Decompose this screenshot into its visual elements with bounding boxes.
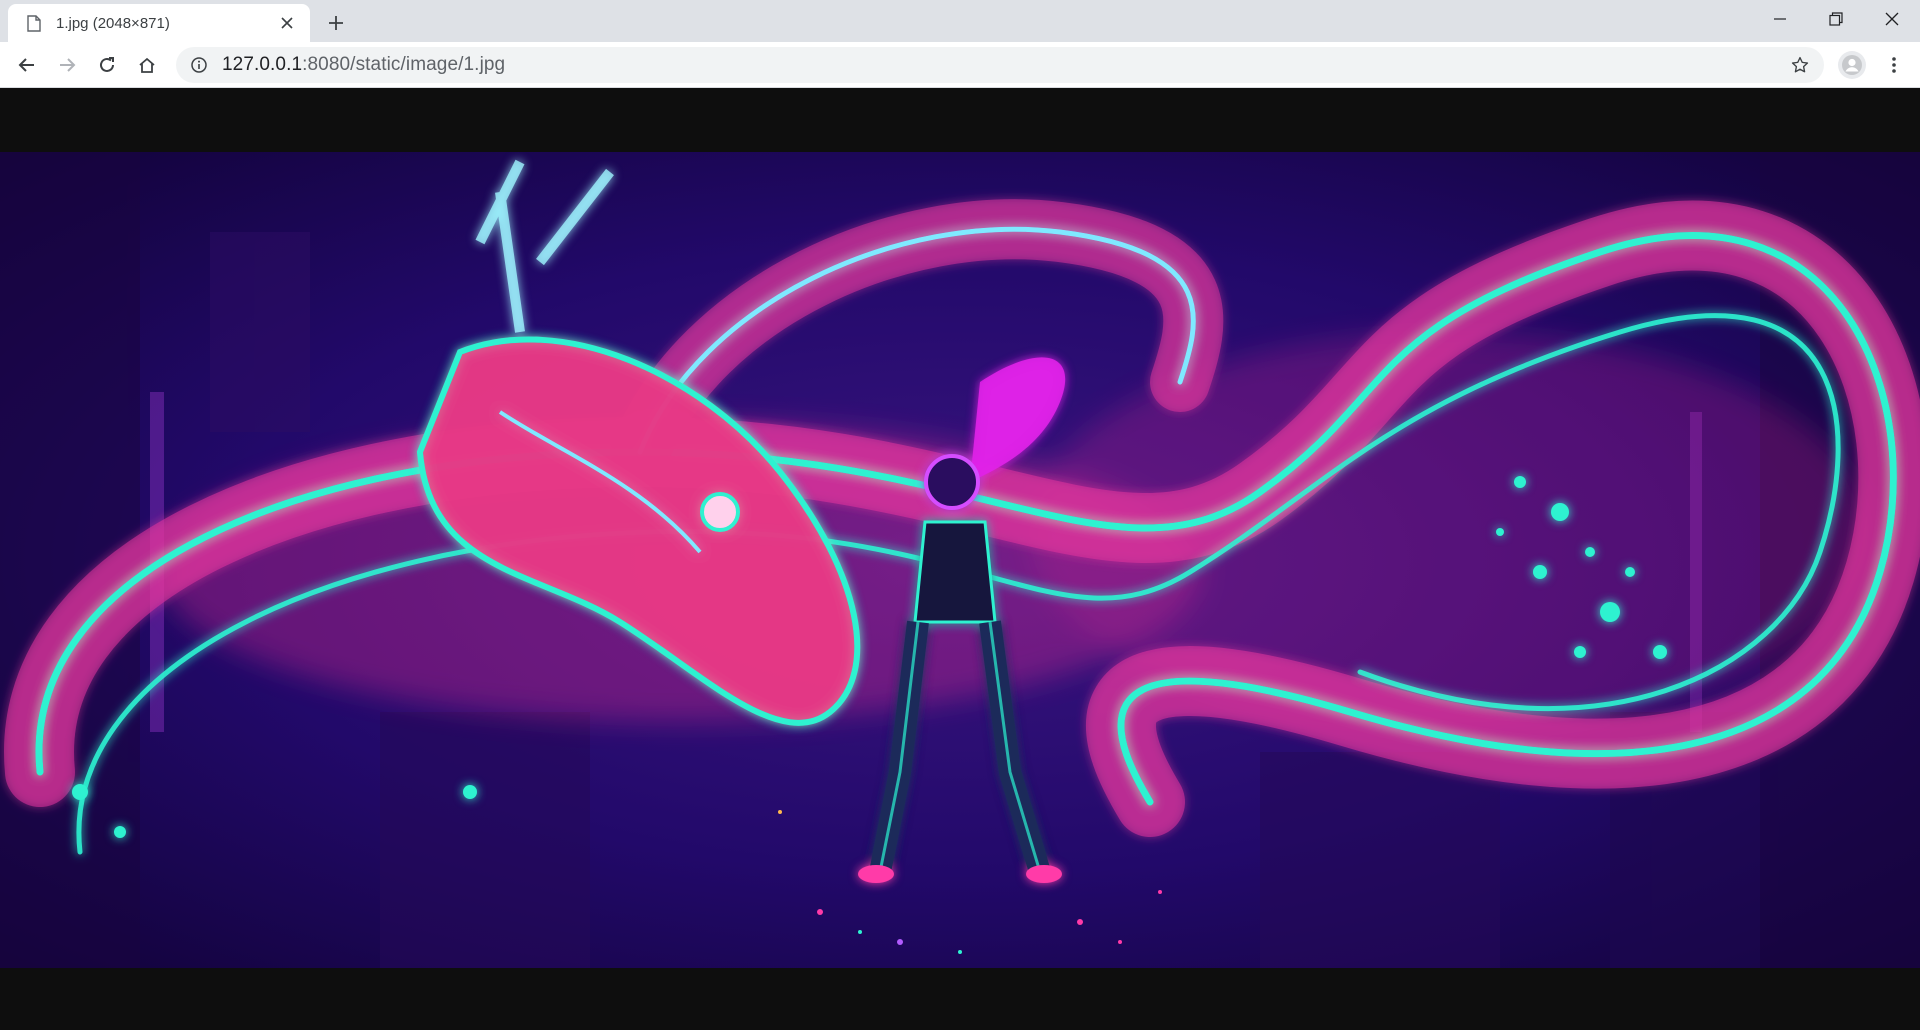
reload-icon bbox=[100, 57, 114, 72]
browser-toolbar: 127.0.0.1:8080/static/image/1.jpg bbox=[0, 42, 1920, 88]
forward-button[interactable] bbox=[51, 49, 83, 81]
file-icon bbox=[26, 14, 42, 32]
star-icon bbox=[1791, 56, 1809, 73]
url-host: 127.0.0.1 bbox=[222, 54, 303, 75]
reload-button[interactable] bbox=[91, 49, 123, 81]
minimize-button[interactable] bbox=[1752, 0, 1808, 38]
plus-icon bbox=[329, 16, 343, 30]
restore-icon bbox=[1829, 12, 1843, 26]
neon-dragon-artwork bbox=[0, 152, 1920, 968]
bookmark-star-button[interactable] bbox=[1790, 55, 1810, 75]
image-viewer bbox=[0, 88, 1920, 1030]
minimize-icon bbox=[1774, 18, 1786, 20]
url-text[interactable]: 127.0.0.1:8080/static/image/1.jpg bbox=[222, 54, 505, 76]
tab-strip: 1.jpg (2048×871) bbox=[0, 0, 1920, 42]
home-icon bbox=[139, 57, 155, 73]
browser-menu-button[interactable] bbox=[1880, 51, 1908, 79]
avatar-icon bbox=[1842, 55, 1862, 75]
restore-button[interactable] bbox=[1808, 0, 1864, 38]
info-icon[interactable] bbox=[190, 56, 208, 74]
new-tab-button[interactable] bbox=[322, 9, 350, 37]
profile-avatar-button[interactable] bbox=[1838, 51, 1866, 79]
arrow-left-icon bbox=[18, 58, 34, 72]
arrow-right-icon bbox=[60, 58, 76, 72]
kebab-menu-icon bbox=[1892, 57, 1896, 73]
close-icon bbox=[1885, 12, 1899, 26]
displayed-image[interactable] bbox=[0, 152, 1920, 968]
tab-title: 1.jpg (2048×871) bbox=[56, 14, 170, 32]
window-close-button[interactable] bbox=[1864, 0, 1920, 38]
browser-tab[interactable]: 1.jpg (2048×871) bbox=[8, 4, 310, 42]
home-button[interactable] bbox=[131, 49, 163, 81]
back-button[interactable] bbox=[11, 49, 43, 81]
address-bar[interactable]: 127.0.0.1:8080/static/image/1.jpg bbox=[176, 47, 1824, 83]
close-icon[interactable] bbox=[276, 12, 298, 34]
url-path: :8080/static/image/1.jpg bbox=[302, 54, 506, 75]
